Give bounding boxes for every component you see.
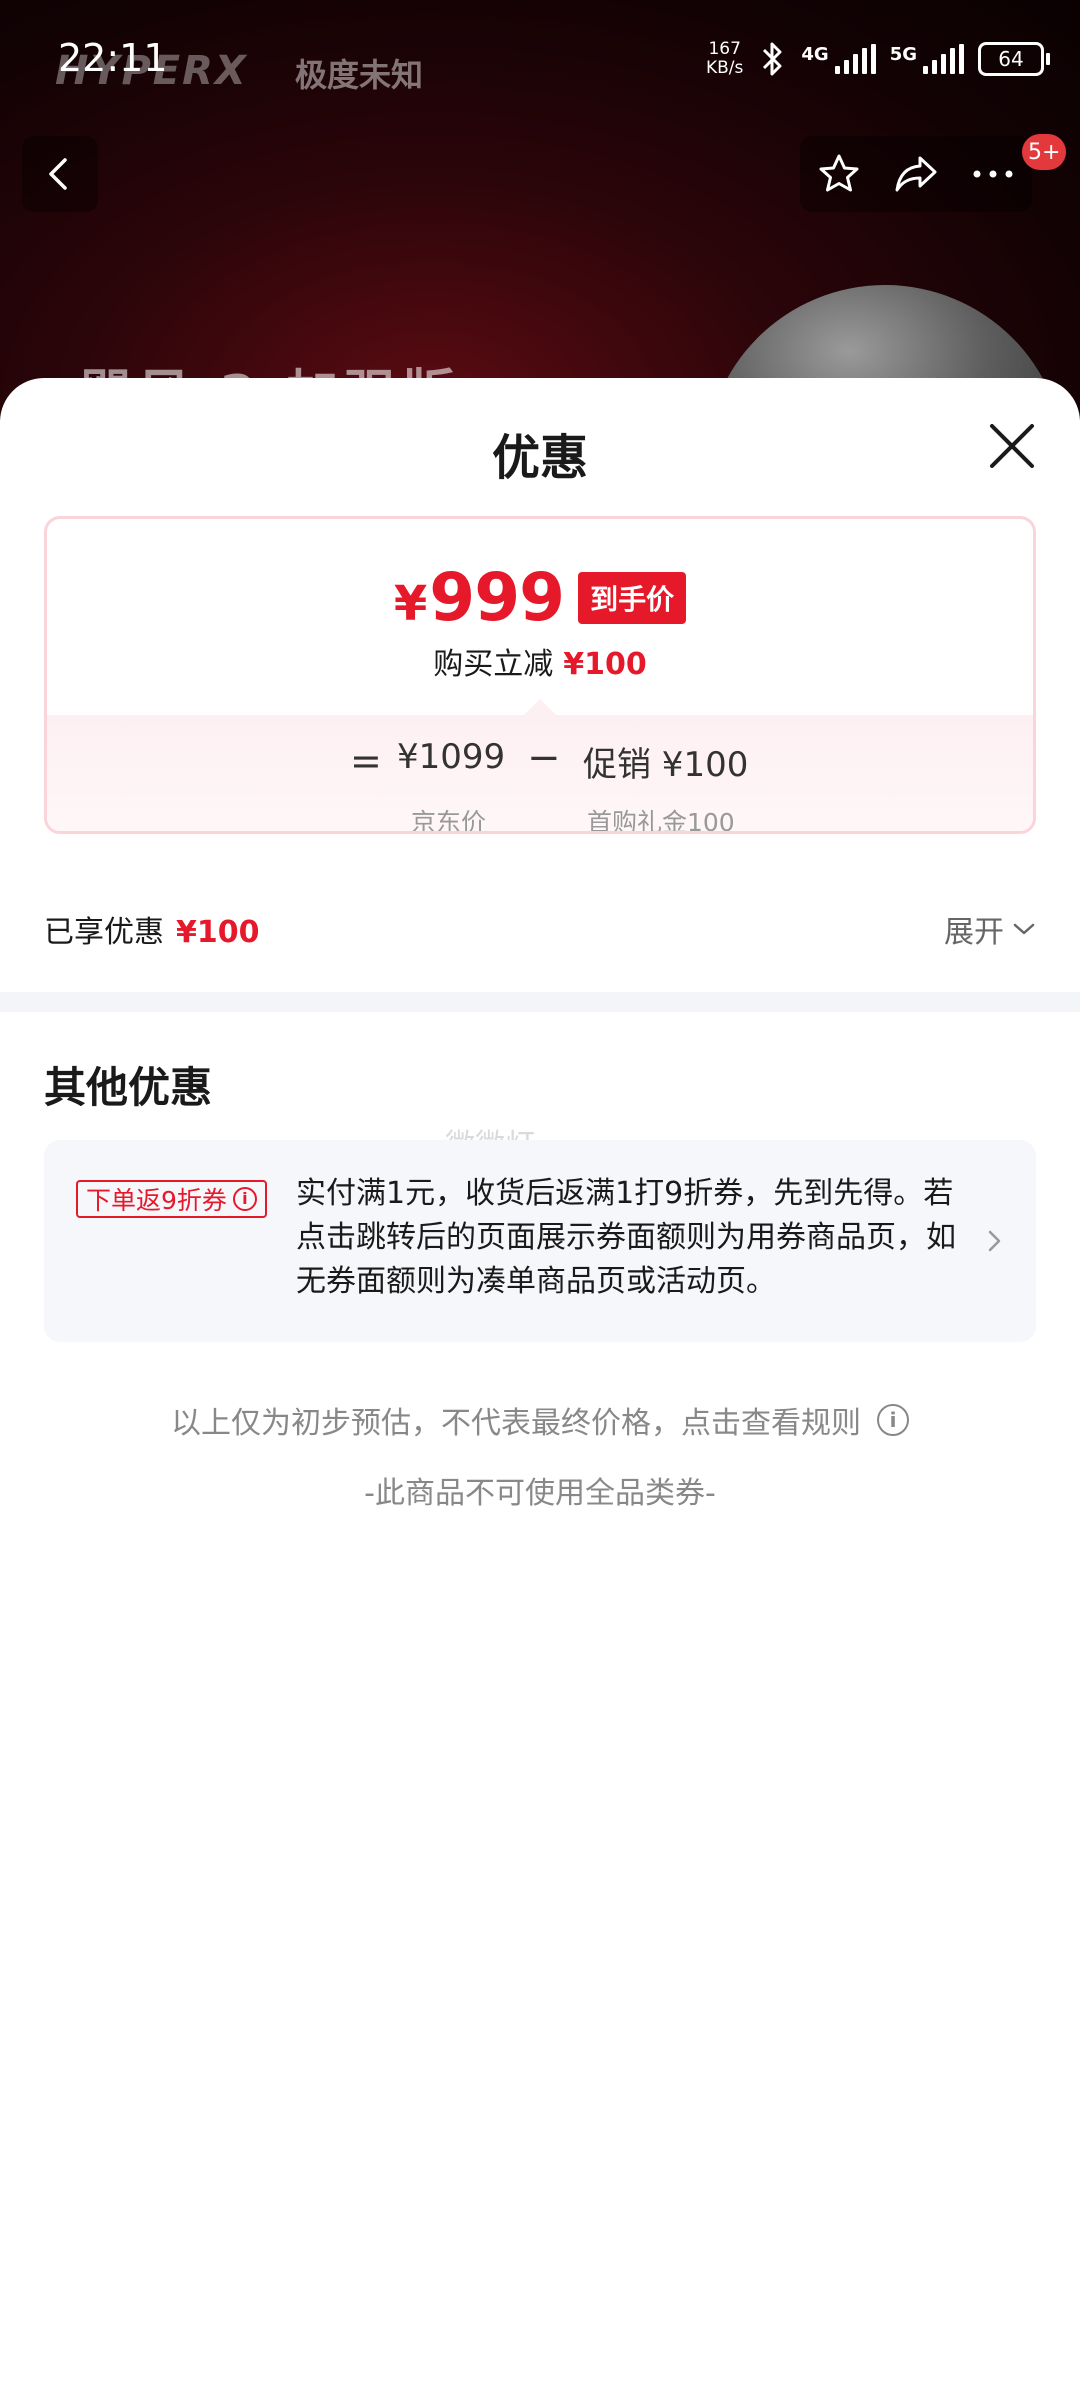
instant-reduce-amount: ¥100 (563, 647, 647, 682)
enjoyed-discount: 已享优惠 ¥100 (44, 907, 260, 951)
chevron-right-icon (988, 1230, 1001, 1252)
offer-description: 实付满1元，收货后返满1打9折券，先到先得。若点击跳转后的页面展示券面额则为用券… (296, 1176, 956, 1299)
final-price-tag: 到手价 (578, 571, 687, 624)
instant-reduce-label: 购买立减 (433, 647, 554, 682)
message-badge: 5+ (1022, 134, 1067, 170)
promo-label: 首购礼金100 (587, 808, 735, 834)
sheet-title: 优惠 (491, 430, 588, 486)
enjoyed-discount-amount: ¥100 (176, 915, 260, 950)
price-disclaimer[interactable]: 以上仅为初步预估，不代表最终价格，点击查看规则 i (0, 1398, 1080, 1442)
status-time: 22:11 (58, 36, 168, 80)
no-coupon-note: -此商品不可使用全品类券- (364, 1476, 716, 1511)
disclaimer-text: 以上仅为初步预估，不代表最终价格，点击查看规则 (171, 1406, 861, 1441)
close-icon[interactable] (984, 418, 1040, 474)
status-bar: 22:11 167 KB/s 4G 5G 64 (0, 0, 1080, 120)
enjoyed-discount-label: 已享优惠 (44, 915, 164, 950)
battery-level: 64 (998, 47, 1024, 71)
promo-price: 促销 ¥100 (583, 745, 749, 785)
signal-5g: 5G (890, 44, 964, 74)
favorite-button[interactable] (809, 144, 869, 204)
signal-4g: 4G (801, 44, 876, 74)
instant-reduce-row: 购买立减 ¥100 (47, 639, 1033, 683)
enjoyed-discount-row: 已享优惠 ¥100 展开 (44, 904, 1036, 954)
chevron-down-icon (1013, 923, 1035, 935)
signal-bars-icon (834, 44, 876, 74)
final-price: ¥ 999 (393, 559, 565, 636)
final-price-value: 999 (429, 559, 565, 636)
status-icons: 167 KB/s 4G 5G 64 (706, 36, 1050, 82)
equals-sign: = (350, 739, 382, 783)
star-icon (819, 154, 859, 192)
section-divider (0, 992, 1080, 1012)
info-icon: i (232, 1187, 257, 1211)
battery-icon: 64 (978, 42, 1050, 76)
network-speed-unit: KB/s (705, 58, 744, 78)
offer-tag[interactable]: 下单返9折券 i (76, 1180, 267, 1218)
more-icon (973, 170, 1013, 178)
nav-actions (800, 136, 1032, 212)
bluetooth-icon (763, 42, 782, 76)
discount-sheet: 优惠 ¥ 999 到手价 购买立减 ¥100 = ¥1099 − 促销 ¥100… (0, 378, 1080, 2400)
chevron-left-icon (49, 158, 67, 190)
currency-symbol: ¥ (393, 576, 428, 632)
other-offers-title: 其他优惠 (44, 1063, 213, 1112)
network-speed: 167 KB/s (706, 40, 743, 78)
expand-label: 展开 (944, 915, 1004, 950)
signal-4g-label: 4G (801, 44, 829, 65)
screen: HYPERX 极度未知 飓风 2 加强版 22:11 167 KB/s 4G 5… (0, 0, 1080, 2400)
share-button[interactable] (886, 144, 946, 204)
share-icon (895, 156, 937, 192)
price-formula: = ¥1099 − 促销 ¥100 京东价 首购礼金100 (47, 735, 1033, 831)
offer-tag-label: 下单返9折券 (86, 1186, 227, 1215)
signal-5g-label: 5G (889, 44, 917, 65)
signal-bars-icon (923, 44, 964, 74)
more-button[interactable] (963, 144, 1023, 204)
minus-sign: − (527, 735, 561, 781)
pointer-caret (524, 699, 556, 715)
base-price: ¥1099 (397, 737, 506, 777)
expand-button[interactable]: 展开 (944, 907, 1036, 951)
info-icon[interactable]: i (877, 1404, 909, 1436)
final-price-row: ¥ 999 到手价 (47, 559, 1033, 636)
base-price-label: 京东价 (411, 808, 487, 834)
back-button[interactable] (22, 136, 98, 212)
network-speed-value: 167 (708, 39, 741, 59)
offer-card[interactable]: 下单返9折券 i 实付满1元，收货后返满1打9折券，先到先得。若点击跳转后的页面… (44, 1140, 1036, 1342)
price-breakdown-card: ¥ 999 到手价 购买立减 ¥100 = ¥1099 − 促销 ¥100 京东价… (44, 516, 1036, 834)
